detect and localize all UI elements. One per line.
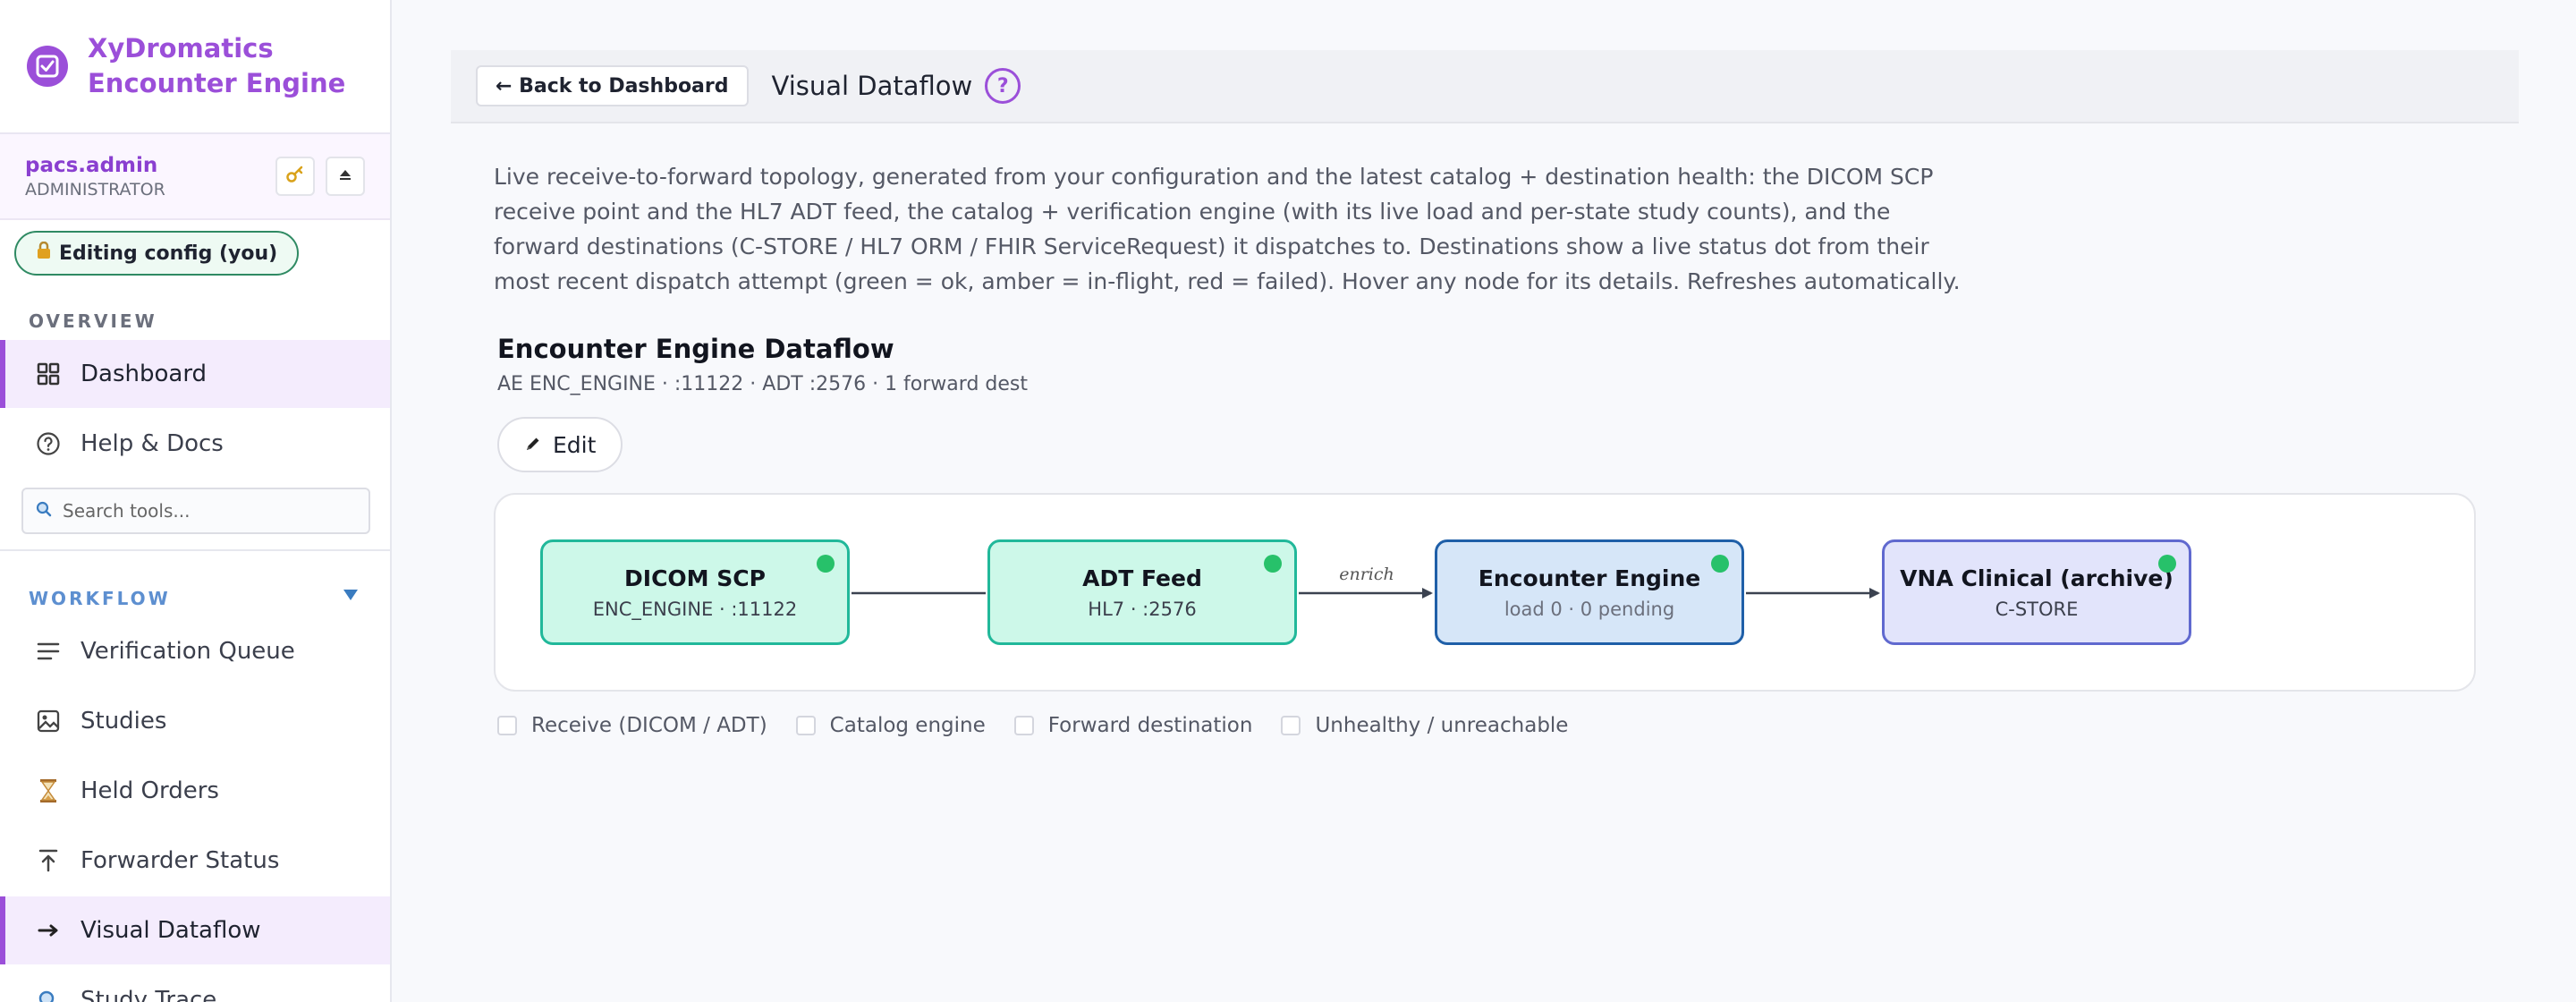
search-icon xyxy=(36,501,52,521)
edge-label-enrich: enrich xyxy=(1339,565,1394,584)
user-name: pacs.admin xyxy=(25,153,158,177)
page-title: Visual Dataflow xyxy=(771,71,973,101)
sidebar-item-help[interactable]: Help & Docs xyxy=(0,410,390,478)
legend-label: Catalog engine xyxy=(829,714,986,737)
key-icon xyxy=(285,165,305,189)
sidebar-item-label: Held Orders xyxy=(80,777,219,804)
page-header: ← Back to Dashboard Visual Dataflow ? xyxy=(451,50,2519,123)
user-box: pacs.admin ADMINISTRATOR xyxy=(0,134,390,220)
sidebar-item-forwarder-status[interactable]: Forwarder Status xyxy=(0,827,390,895)
brand-title-line2: Encounter Engine xyxy=(88,68,346,98)
dataflow-legend: Receive (DICOM / ADT) Catalog engine For… xyxy=(497,714,1597,737)
sidebar: XyDromatics Encounter Engine pacs.admin … xyxy=(0,0,392,1002)
dataflow-subtitle: AE ENC_ENGINE · :11122 · ADT :2576 · 1 f… xyxy=(497,373,1028,395)
change-password-button[interactable] xyxy=(275,157,315,196)
legend-label: Receive (DICOM / ADT) xyxy=(531,714,767,737)
legend-swatch xyxy=(1013,716,1034,735)
upload-icon xyxy=(34,846,63,875)
sidebar-item-label: Verification Queue xyxy=(80,638,295,665)
dataflow-canvas: enrich DICOM SCP ENC_ENGINE · :11122 ADT… xyxy=(494,493,2476,692)
node-subtitle: ENC_ENGINE · :11122 xyxy=(592,598,798,620)
legend-swatch xyxy=(497,716,517,735)
brand-title-line1: XyDromatics xyxy=(88,33,274,64)
tool-search xyxy=(21,488,370,534)
app-logo-icon xyxy=(27,46,68,87)
editing-config-label: Editing config (you) xyxy=(59,242,278,265)
brand-title: XyDromatics Encounter Engine xyxy=(88,31,345,101)
workflow-collapse-chevron-icon[interactable] xyxy=(342,588,360,606)
legend-swatch xyxy=(795,716,816,735)
lock-icon xyxy=(36,241,52,265)
node-subtitle: load 0 · 0 pending xyxy=(1504,598,1675,620)
status-dot xyxy=(817,555,835,573)
image-icon xyxy=(34,707,63,735)
sidebar-divider xyxy=(0,549,390,551)
pencil-icon xyxy=(524,432,542,458)
node-title: VNA Clinical (archive) xyxy=(1900,565,2174,591)
status-dot xyxy=(1711,555,1729,573)
sidebar-item-label: Forwarder Status xyxy=(80,847,280,874)
sidebar-item-label: Dashboard xyxy=(80,361,208,387)
sidebar-item-visual-dataflow[interactable]: Visual Dataflow xyxy=(0,896,390,964)
sidebar-item-study-trace[interactable]: Study Trace xyxy=(0,966,390,1002)
sidebar-item-label: Visual Dataflow xyxy=(80,917,261,944)
node-encounter-engine[interactable]: Encounter Engine load 0 · 0 pending xyxy=(1435,539,1744,645)
legend-item-receive: Receive (DICOM / ADT) xyxy=(497,714,767,737)
logout-button[interactable] xyxy=(326,157,365,196)
sidebar-item-studies[interactable]: Studies xyxy=(0,687,390,755)
legend-swatch xyxy=(1281,716,1301,735)
list-icon xyxy=(34,637,63,666)
status-dot xyxy=(2158,555,2176,573)
editing-config-badge[interactable]: Editing config (you) xyxy=(14,231,300,276)
page-description: Live receive-to-forward topology, genera… xyxy=(494,164,1961,294)
sidebar-item-held-orders[interactable]: Held Orders xyxy=(0,757,390,825)
search-input[interactable] xyxy=(63,500,349,522)
brand-header: XyDromatics Encounter Engine xyxy=(0,0,390,134)
search-icon xyxy=(34,986,63,1002)
node-adt-feed[interactable]: ADT Feed HL7 · :2576 xyxy=(987,539,1297,645)
sidebar-item-verification-queue[interactable]: Verification Queue xyxy=(0,617,390,685)
legend-item-unhealthy: Unhealthy / unreachable xyxy=(1281,714,1568,737)
back-to-dashboard-button[interactable]: ← Back to Dashboard xyxy=(476,65,749,106)
legend-label: Forward destination xyxy=(1047,714,1253,737)
node-title: ADT Feed xyxy=(1082,565,1202,591)
help-circle-icon xyxy=(34,429,63,458)
node-vna-clinical[interactable]: VNA Clinical (archive) C-STORE xyxy=(1882,539,2191,645)
hourglass-icon xyxy=(34,777,63,805)
legend-label: Unhealthy / unreachable xyxy=(1315,714,1569,737)
sidebar-item-dashboard-overview[interactable]: Dashboard xyxy=(0,340,390,408)
node-dicom-scp[interactable]: DICOM SCP ENC_ENGINE · :11122 xyxy=(540,539,850,645)
section-overview: OVERVIEW xyxy=(29,310,157,332)
dataflow-title: Encounter Engine Dataflow xyxy=(497,334,894,364)
arrow-right-icon xyxy=(34,916,63,945)
section-workflow[interactable]: WORKFLOW xyxy=(29,588,171,609)
node-title: Encounter Engine xyxy=(1478,565,1701,591)
node-subtitle: C-STORE xyxy=(1995,598,2079,620)
sidebar-item-label: Study Trace xyxy=(80,987,217,1002)
grid-icon xyxy=(34,360,63,388)
legend-item-catalog-engine: Catalog engine xyxy=(795,714,986,737)
user-role: ADMINISTRATOR xyxy=(25,179,165,200)
edit-button[interactable]: Edit xyxy=(497,417,623,472)
edit-label: Edit xyxy=(553,431,597,458)
status-dot xyxy=(1264,555,1282,573)
help-icon[interactable]: ? xyxy=(985,68,1021,104)
node-subtitle: HL7 · :2576 xyxy=(1088,598,1197,620)
sidebar-item-label: Help & Docs xyxy=(80,430,224,457)
legend-item-forward-destination: Forward destination xyxy=(1013,714,1253,737)
node-title: DICOM SCP xyxy=(624,565,766,591)
eject-icon xyxy=(338,167,352,186)
sidebar-item-label: Studies xyxy=(80,708,167,735)
